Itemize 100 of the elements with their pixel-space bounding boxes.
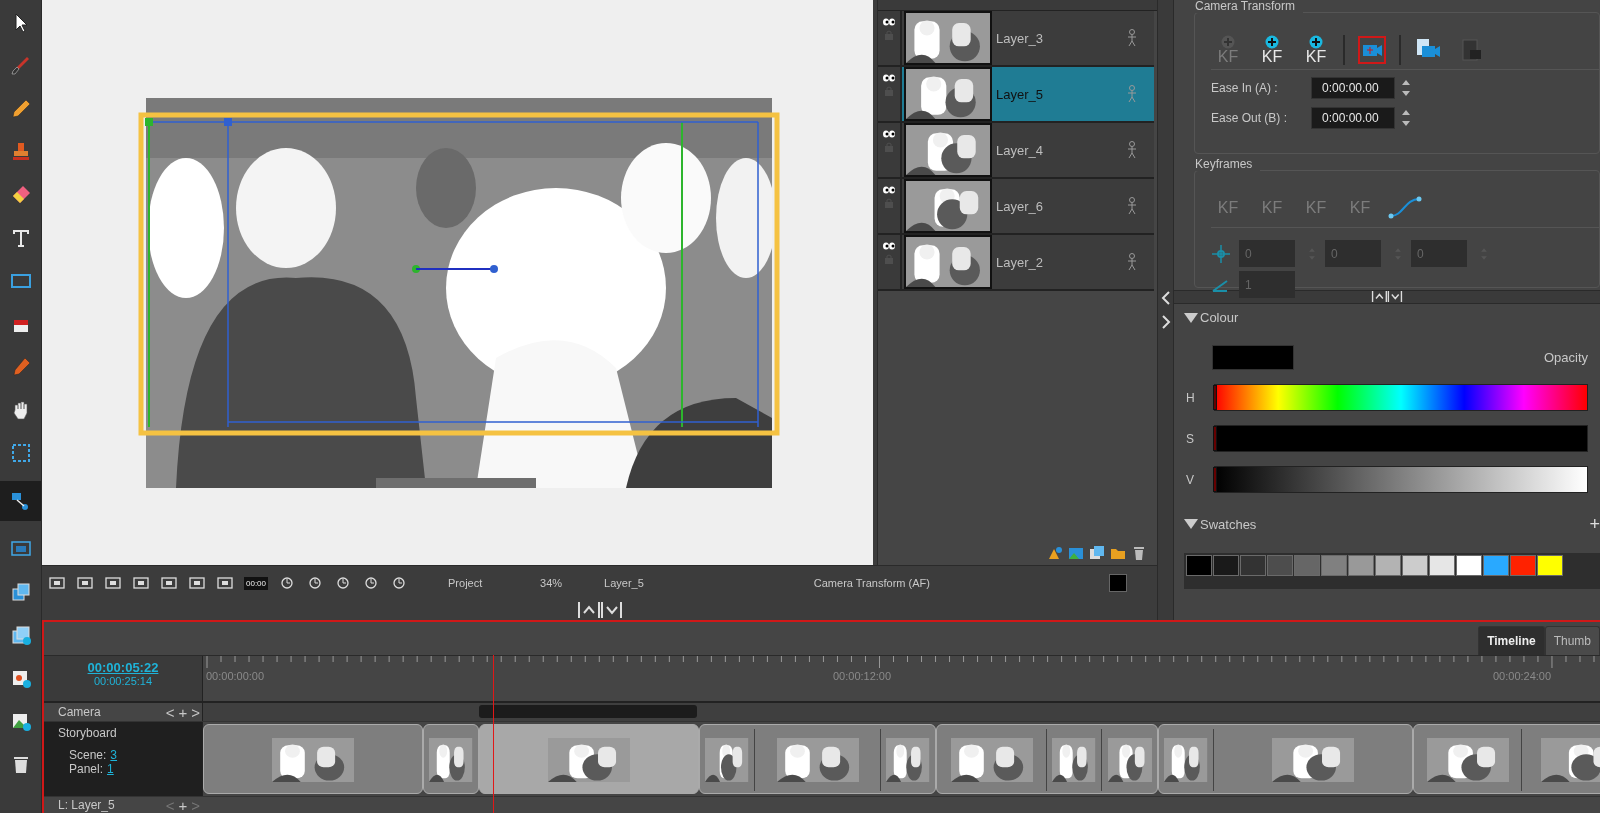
field-label: Ease In (A) :: [1211, 81, 1279, 95]
eye-icon[interactable]: [882, 17, 896, 26]
scene-clip[interactable]: [479, 724, 699, 794]
figure-icon[interactable]: [1126, 253, 1138, 271]
eye-icon[interactable]: [882, 241, 896, 250]
keyframe-button[interactable]: KF: [1299, 34, 1333, 66]
value-slider[interactable]: [1214, 466, 1588, 493]
layer-row[interactable]: Layer_2: [878, 235, 1154, 291]
colour-swatch[interactable]: [1348, 555, 1374, 576]
section-title: Swatches: [1200, 516, 1257, 532]
eye-icon[interactable]: [882, 73, 896, 82]
move-icon: [1211, 243, 1231, 264]
scene-clip[interactable]: [936, 724, 1158, 794]
eye-icon[interactable]: [882, 129, 896, 138]
colour-swatch[interactable]: [1213, 555, 1239, 576]
track-name: Camera: [58, 705, 102, 719]
section-title: Colour: [1200, 310, 1239, 325]
time-label: 00:00:00:00: [206, 670, 265, 682]
collapse-icon[interactable]: [576, 602, 623, 618]
colour-swatch[interactable]: [1267, 555, 1293, 576]
layer-row[interactable]: Layer_5: [878, 67, 1154, 123]
layer-row[interactable]: Layer_4: [878, 123, 1154, 179]
channel-label: S: [1185, 431, 1195, 446]
hue-slider[interactable]: [1214, 384, 1588, 411]
chevron-left-icon[interactable]: [1159, 291, 1172, 305]
duplicate-icon[interactable]: [1089, 545, 1105, 562]
colour-swatch[interactable]: [1186, 555, 1212, 576]
field-label: Scene:: [69, 748, 107, 762]
keyframe-button[interactable]: KF: [1255, 34, 1289, 66]
add-icon: [1265, 35, 1279, 49]
panel-link[interactable]: 1: [107, 762, 114, 776]
slider-thumb[interactable]: [1213, 385, 1217, 410]
track-nav-button[interactable]: +: [176, 797, 190, 813]
figure-icon[interactable]: [1126, 29, 1138, 47]
timecode-icon[interactable]: 00:00: [244, 576, 269, 590]
layer-dropdown[interactable]: Layer_5: [604, 577, 644, 590]
colour-swatch[interactable]: [1375, 555, 1401, 576]
frame-icon[interactable]: [188, 575, 206, 592]
layer-row[interactable]: Layer_3: [878, 11, 1154, 67]
view-dropdown[interactable]: Project: [448, 577, 519, 590]
channel-label: H: [1185, 390, 1196, 405]
colour-swatch[interactable]: [1240, 555, 1266, 576]
scene-clip[interactable]: [423, 724, 479, 794]
colour-swatch[interactable]: [1537, 555, 1563, 576]
track-name: L: Layer_5: [58, 798, 116, 812]
scene-clip[interactable]: [203, 724, 423, 794]
collapse-triangle-icon[interactable]: [1184, 312, 1198, 323]
trash-icon[interactable]: [1131, 545, 1147, 562]
track-nav-button[interactable]: +: [176, 704, 190, 720]
colour-swatch[interactable]: [1321, 555, 1347, 576]
eye-icon[interactable]: [882, 185, 896, 194]
shapes-icon[interactable]: [1047, 545, 1063, 562]
opacity-label: Opacity: [1543, 350, 1588, 365]
colour-swatch[interactable]: [1456, 555, 1482, 576]
track-nav-button[interactable]: >: [189, 704, 202, 720]
mode-label: Camera Transform (AF): [813, 577, 930, 590]
saturation-slider[interactable]: [1214, 425, 1588, 452]
scene-clip[interactable]: [1158, 724, 1413, 794]
camera-frame-drawing[interactable]: [138, 112, 780, 438]
ease-in-field[interactable]: 0:00:00.00: [1311, 77, 1395, 99]
add-swatch-button[interactable]: +: [1589, 515, 1600, 533]
slider-thumb[interactable]: [1213, 467, 1217, 492]
layer-name: Layer_2: [996, 254, 1044, 270]
ease-out-field[interactable]: 0:00:00.00: [1311, 107, 1395, 129]
chevron-right-icon[interactable]: [1159, 315, 1172, 329]
ease-curve-icon[interactable]: [1387, 195, 1423, 221]
layer-name: Layer_4: [996, 142, 1044, 158]
camera-button[interactable]: [1355, 34, 1389, 66]
layer-name: Layer_6: [996, 198, 1044, 214]
colour-swatch[interactable]: [1294, 555, 1320, 576]
colour-swatch[interactable]: [1510, 555, 1536, 576]
slider-thumb[interactable]: [1213, 426, 1217, 451]
channel-label: V: [1185, 472, 1195, 487]
section-title: Camera Transform: [1195, 0, 1304, 13]
layer-row[interactable]: Layer_6: [878, 179, 1154, 235]
time-label: 00:00:12:00: [833, 670, 892, 682]
layer-name: Layer_5: [996, 86, 1044, 102]
colour-swatch[interactable]: [1109, 574, 1127, 593]
total-time: 00:00:25:14: [93, 675, 153, 687]
figure-icon[interactable]: [1126, 141, 1138, 159]
panel-tab[interactable]: Timeline: [1478, 626, 1545, 655]
section-title: Keyframes: [1195, 157, 1261, 171]
layer-name: Layer_3: [996, 30, 1044, 46]
time-label: 00:00:24:00: [1493, 670, 1552, 682]
panel-tab[interactable]: Thumb: [1544, 626, 1600, 655]
colour-swatch[interactable]: [1402, 555, 1428, 576]
current-time[interactable]: 00:00:05:22: [87, 660, 159, 675]
colour-swatch[interactable]: [1429, 555, 1455, 576]
track-nav-button[interactable]: <: [163, 704, 177, 720]
zoom-dropdown[interactable]: 34%: [540, 577, 591, 590]
field-label: Ease Out (B) :: [1211, 111, 1289, 125]
scene-clip[interactable]: [1413, 724, 1600, 794]
frame-icon[interactable]: [216, 575, 234, 592]
scene-link[interactable]: 3: [110, 748, 118, 762]
track-name: Storyboard: [58, 726, 118, 740]
colour-swatch[interactable]: [1483, 555, 1509, 576]
collapse-triangle-icon[interactable]: [1184, 519, 1198, 529]
figure-icon[interactable]: [1126, 197, 1138, 215]
frame-icon[interactable]: [160, 575, 178, 592]
scene-clip[interactable]: [699, 724, 936, 794]
